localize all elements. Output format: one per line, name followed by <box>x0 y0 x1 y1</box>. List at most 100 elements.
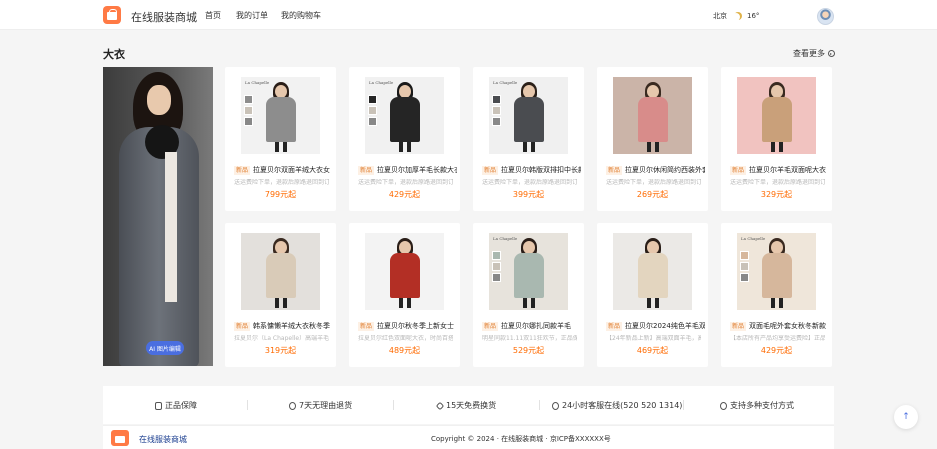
user-avatar[interactable] <box>817 8 834 25</box>
weather-temp: 16° <box>747 12 760 20</box>
product-image[interactable] <box>613 77 692 154</box>
new-badge: 新品 <box>730 166 747 175</box>
color-swatch-thumbnails <box>740 251 749 284</box>
product-description: 明星同款11.11双11狂欢节，正品保证 <box>482 335 577 342</box>
product-description: 送运费险下单，退款后原路退回到订单支付账户中 <box>482 179 577 186</box>
model-figure <box>511 235 547 310</box>
product-description: 拉夏贝尔（La Chapelle）高端羊毛大衣 <box>234 335 329 342</box>
view-more-link[interactable]: 查看更多 <box>793 48 835 59</box>
send-icon <box>435 401 445 410</box>
back-to-top-button[interactable]: ↑ <box>894 405 918 429</box>
product-name[interactable]: 拉夏贝尔秋冬季上新女士 <box>377 322 457 331</box>
model-figure <box>511 79 547 154</box>
feature-support-label: 24小时客服在线(520 520 1314) <box>562 401 683 410</box>
model-figure <box>387 79 423 154</box>
product-name[interactable]: 双面毛呢外套女秋冬新款 <box>749 322 829 331</box>
product-description: 【本店所有产品均享受运费险】正品保证 <box>730 335 825 342</box>
color-swatch-thumbnails <box>368 95 377 128</box>
product-card[interactable]: 新品 拉夏贝尔秋冬季上新女士 拉夏贝尔红色双面呢大衣，时尚百搭 489元起 <box>349 223 460 367</box>
feature-genuine-label: 正品保障 <box>165 401 197 410</box>
product-card[interactable]: La Chapelle 新品 拉夏贝尔加厚羊毛长款大衣 送运费险下单，退款后原路退回到… <box>349 67 460 211</box>
product-card[interactable]: 新品拉夏贝尔2024纯色羊毛双【24年新品上新】高端双面羊毛，高级感 469元起 <box>597 223 708 367</box>
color-swatch-thumbnails <box>492 251 501 284</box>
product-image[interactable] <box>613 233 692 310</box>
product-price: 319元起 <box>264 346 297 355</box>
banner-model-face <box>147 85 171 115</box>
new-badge: 新品 <box>606 322 623 331</box>
feature-return-label: 7天无理由退货 <box>299 401 353 410</box>
product-card[interactable]: 新品拉夏贝尔休闲简约西装外套送运费险下单，退款后原路退回到订单支付账户中 269元… <box>597 67 708 211</box>
headset-icon <box>552 401 559 410</box>
product-name[interactable]: 韩系慵懒羊绒大衣秋冬季 <box>253 322 333 331</box>
feature-exchange: 15天免费换货 <box>435 400 496 411</box>
refresh-icon <box>720 401 727 410</box>
product-price: 399元起 <box>512 190 545 199</box>
feature-payment-label: 支持多种支付方式 <box>730 401 794 410</box>
model-figure <box>387 235 423 310</box>
footer-logo-icon[interactable] <box>111 430 129 446</box>
new-badge: 新品 <box>482 322 499 331</box>
nav-my-cart[interactable]: 我的购物车 <box>281 10 321 21</box>
product-card[interactable]: La Chapelle 新品 拉夏贝尔娜扎同款羊毛明星同款11.11双11狂欢节，正… <box>473 223 584 367</box>
product-card[interactable]: La Chapelle 新品 拉夏贝尔韩版双排扣中长款 送运费险下单，退款后原路退回到… <box>473 67 584 211</box>
footer: 在线服装商城 Copyright © 2024 · 在线服装商城 · 京ICP备… <box>103 425 834 449</box>
product-card[interactable]: 新品拉夏贝尔羊毛双面呢大衣送运费险下单，退款后原路退回到订单支付账户中 329元起 <box>721 67 832 211</box>
product-price: 469元起 <box>636 346 669 355</box>
banner-model-inner <box>165 152 177 302</box>
product-image[interactable]: La Chapelle <box>365 77 444 154</box>
new-badge: 新品 <box>606 166 623 175</box>
feature-support: 24小时客服在线(520 520 1314) <box>552 400 682 411</box>
product-card[interactable]: La Chapelle 新品 拉夏贝尔双面羊绒大衣女 送运费险下单，退款后原路退回到订… <box>225 67 336 211</box>
model-figure <box>263 235 299 310</box>
product-card[interactable]: La Chapelle 新品 双面毛呢外套女秋冬新款【本店所有产品均享受运费险】正品… <box>721 223 832 367</box>
product-image[interactable] <box>241 233 320 310</box>
model-figure <box>759 235 795 310</box>
color-swatch-thumbnails <box>244 95 253 128</box>
feature-payment: 支持多种支付方式 <box>720 400 794 411</box>
product-name[interactable]: 拉夏贝尔休闲简约西装外套 <box>625 166 705 175</box>
brand-name[interactable]: 在线服装商城 <box>131 9 197 25</box>
divider <box>247 400 248 410</box>
product-image[interactable]: La Chapelle <box>489 77 568 154</box>
product-image[interactable] <box>365 233 444 310</box>
model-figure <box>759 79 795 154</box>
feature-return: 7天无理由退货 <box>289 400 352 411</box>
product-image[interactable] <box>737 77 816 154</box>
divider <box>539 400 540 410</box>
product-name[interactable]: 拉夏贝尔加厚羊毛长款大衣 <box>377 166 457 175</box>
product-price: 269元起 <box>636 190 669 199</box>
model-figure <box>635 235 671 310</box>
product-image[interactable]: La Chapelle <box>489 233 568 310</box>
nav-home[interactable]: 首页 <box>205 10 221 21</box>
product-image[interactable]: La Chapelle <box>241 77 320 154</box>
new-badge: 新品 <box>730 322 747 331</box>
shop-logo-icon[interactable] <box>103 6 121 24</box>
weather-city: 北京 <box>713 12 727 20</box>
new-badge: 新品 <box>358 322 375 331</box>
product-description: 送运费险下单，退款后原路退回到订单支付账户中 <box>234 179 329 186</box>
divider <box>393 400 394 410</box>
product-name[interactable]: 拉夏贝尔羊毛双面呢大衣 <box>749 166 829 175</box>
divider <box>683 400 684 410</box>
banner-model-coat <box>119 127 199 366</box>
view-more-label: 查看更多 <box>793 49 825 58</box>
product-name[interactable]: 拉夏贝尔韩版双排扣中长款 <box>501 166 581 175</box>
top-bar: 在线服装商城 首页 我的订单 我的购物车 北京 16° <box>0 0 937 30</box>
product-price: 429元起 <box>388 190 421 199</box>
product-image[interactable]: La Chapelle <box>737 233 816 310</box>
product-description: 送运费险下单，退款后原路退回到订单支付账户中 <box>606 179 701 186</box>
footer-brand[interactable]: 在线服装商城 <box>139 434 187 445</box>
product-card[interactable]: 新品韩系慵懒羊绒大衣秋冬季拉夏贝尔（La Chapelle）高端羊毛大衣 319元… <box>225 223 336 367</box>
product-name[interactable]: 拉夏贝尔娜扎同款羊毛 <box>501 322 581 331</box>
feature-genuine: 正品保障 <box>155 400 197 411</box>
category-banner-image[interactable] <box>103 67 213 366</box>
section-title: 大衣 <box>103 48 125 61</box>
shield-icon <box>155 401 162 410</box>
product-name[interactable]: 拉夏贝尔2024纯色羊毛双 <box>625 322 705 331</box>
color-swatch-thumbnails <box>492 95 501 128</box>
nav-my-orders[interactable]: 我的订单 <box>236 10 268 21</box>
footer-copyright: Copyright © 2024 · 在线服装商城 · 京ICP备XXXXXX号 <box>431 435 611 443</box>
ai-image-edit-button[interactable]: AI 图片编辑 <box>146 341 184 355</box>
service-features-bar: 正品保障 7天无理由退货 15天免费换货 24小时客服在线(520 520 13… <box>103 386 834 424</box>
product-name[interactable]: 拉夏贝尔双面羊绒大衣女 <box>253 166 333 175</box>
